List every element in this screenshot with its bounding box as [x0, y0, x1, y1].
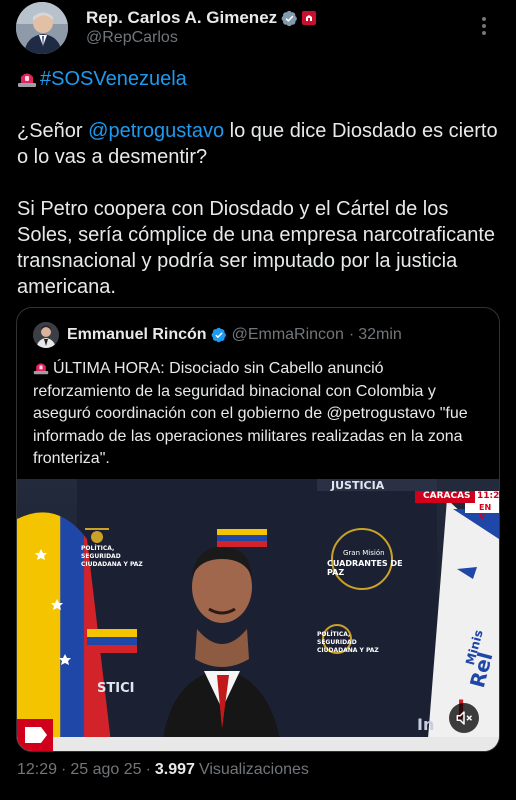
quoted-tweet-card[interactable]: Emmanuel Rincón @EmmaRincon · 32min ÚLTI…	[16, 307, 500, 752]
author-avatar[interactable]	[16, 2, 68, 54]
footer-separator: ·	[61, 761, 67, 778]
verified-badge-icon[interactable]	[281, 10, 298, 27]
tweet-para2-line: Soles, sería cómplice de una empresa nar…	[17, 224, 496, 246]
quote-line-2: reforzamiento de la seguridad binacional…	[33, 382, 436, 400]
views-label: Visualizaciones	[198, 761, 309, 778]
quote-avatar-image	[33, 322, 59, 348]
views-count[interactable]: 3.997	[155, 761, 195, 779]
quote-mention[interactable]: @petrogustavo	[327, 405, 436, 422]
video-sign-right: POLÍTICA, SEGURIDAD CIUDADANA Y PAZ	[317, 631, 379, 654]
author-display-name[interactable]: Rep. Carlos A. Gimenez	[86, 8, 277, 28]
tweet-line-1: ¿Señor @petrogustavo lo que dice Diosdad…	[17, 118, 503, 144]
tweet-date[interactable]: 25 ago 25	[70, 761, 141, 779]
quote-text-segment: aseguró coordinación con el gobierno de	[33, 405, 327, 422]
more-options-icon[interactable]	[474, 14, 494, 38]
video-logo-text: In	[417, 715, 435, 734]
quote-line-3: aseguró coordinación con el gobierno de …	[33, 403, 489, 426]
siren-emoji-icon	[18, 73, 36, 87]
quote-header: Emmanuel Rincón @EmmaRincon · 32min	[33, 322, 402, 348]
quote-verified-badge-icon[interactable]	[211, 327, 227, 343]
tweet-text-segment: ¿Señor	[17, 120, 89, 142]
quote-line-1: ÚLTIMA HORA: Disociado sin Cabello anunc…	[33, 358, 489, 381]
video-banner-text: JUSTICIA	[331, 479, 385, 492]
mention-link[interactable]: @petrogustavo	[88, 120, 224, 142]
tweet-time[interactable]: 12:29	[17, 761, 57, 779]
mute-button[interactable]	[449, 703, 479, 733]
quote-video[interactable]: JUSTICIA CARACAS 11:2 EN V POLÍTICA, SEG…	[17, 479, 499, 751]
tweet-header: Rep. Carlos A. Gimenez @RepCarlos	[16, 2, 500, 54]
author-name-row: Rep. Carlos A. Gimenez	[86, 8, 317, 28]
tweet-para2-line: transnacional y podría ser imputado por …	[17, 250, 458, 272]
quote-author-name[interactable]: Emmanuel Rincón	[67, 326, 207, 344]
video-wall-text: STICI	[97, 681, 135, 696]
video-sign-center-1: Gran Misión	[343, 549, 385, 557]
siren-emoji-icon	[33, 363, 49, 375]
video-corner-text: EN V	[479, 503, 492, 521]
video-clock: 11:2	[477, 491, 499, 501]
quote-text-segment: "fue	[435, 405, 468, 422]
quote-line-4: informado de las operaciones militares r…	[33, 427, 463, 445]
tweet-line-2: o lo vas a desmentir?	[17, 146, 208, 168]
hashtag-link[interactable]: #SOSVenezuela	[40, 68, 187, 90]
tweet-metadata: 12:29 · 25 ago 25 · 3.997 Visualizacione…	[17, 761, 309, 779]
video-caption-location: CARACAS	[423, 491, 471, 501]
quote-text: ÚLTIMA HORA: Disociado sin Cabello anunc…	[33, 358, 489, 471]
author-handle[interactable]: @RepCarlos	[86, 29, 178, 47]
quote-separator: ·	[348, 326, 355, 343]
tweet-para2-line: americana.	[17, 276, 116, 298]
government-affiliation-icon[interactable]	[302, 11, 317, 25]
video-sign-center-2: CUADRANTES DE PAZ	[327, 559, 403, 577]
quote-line-5: fronteriza".	[33, 450, 110, 467]
tweet-para2-line: Si Petro coopera con Diosdado y el Cárte…	[17, 198, 449, 220]
quote-timestamp[interactable]: 32min	[358, 326, 402, 344]
quote-author-handle[interactable]: @EmmaRincon	[232, 326, 344, 344]
hashtag-line: #SOSVenezuela	[17, 66, 503, 92]
quote-text-segment: ÚLTIMA HORA: Disociado sin Cabello anunc…	[53, 360, 384, 377]
author-avatar-image	[16, 2, 68, 54]
tweet-detail: Rep. Carlos A. Gimenez @RepCarlos #SOSVe…	[0, 0, 516, 800]
quote-author-avatar[interactable]	[33, 322, 59, 348]
video-frame	[17, 479, 499, 751]
volume-muted-icon	[456, 711, 473, 725]
footer-separator: ·	[145, 761, 151, 778]
tweet-text: #SOSVenezuela ¿Señor @petrogustavo lo qu…	[17, 66, 503, 300]
video-sign-left: POLÍTICA, SEGURIDAD CIUDADANA Y PAZ	[81, 545, 143, 568]
tweet-text-segment: lo que dice Diosdado es cierto	[224, 120, 498, 142]
